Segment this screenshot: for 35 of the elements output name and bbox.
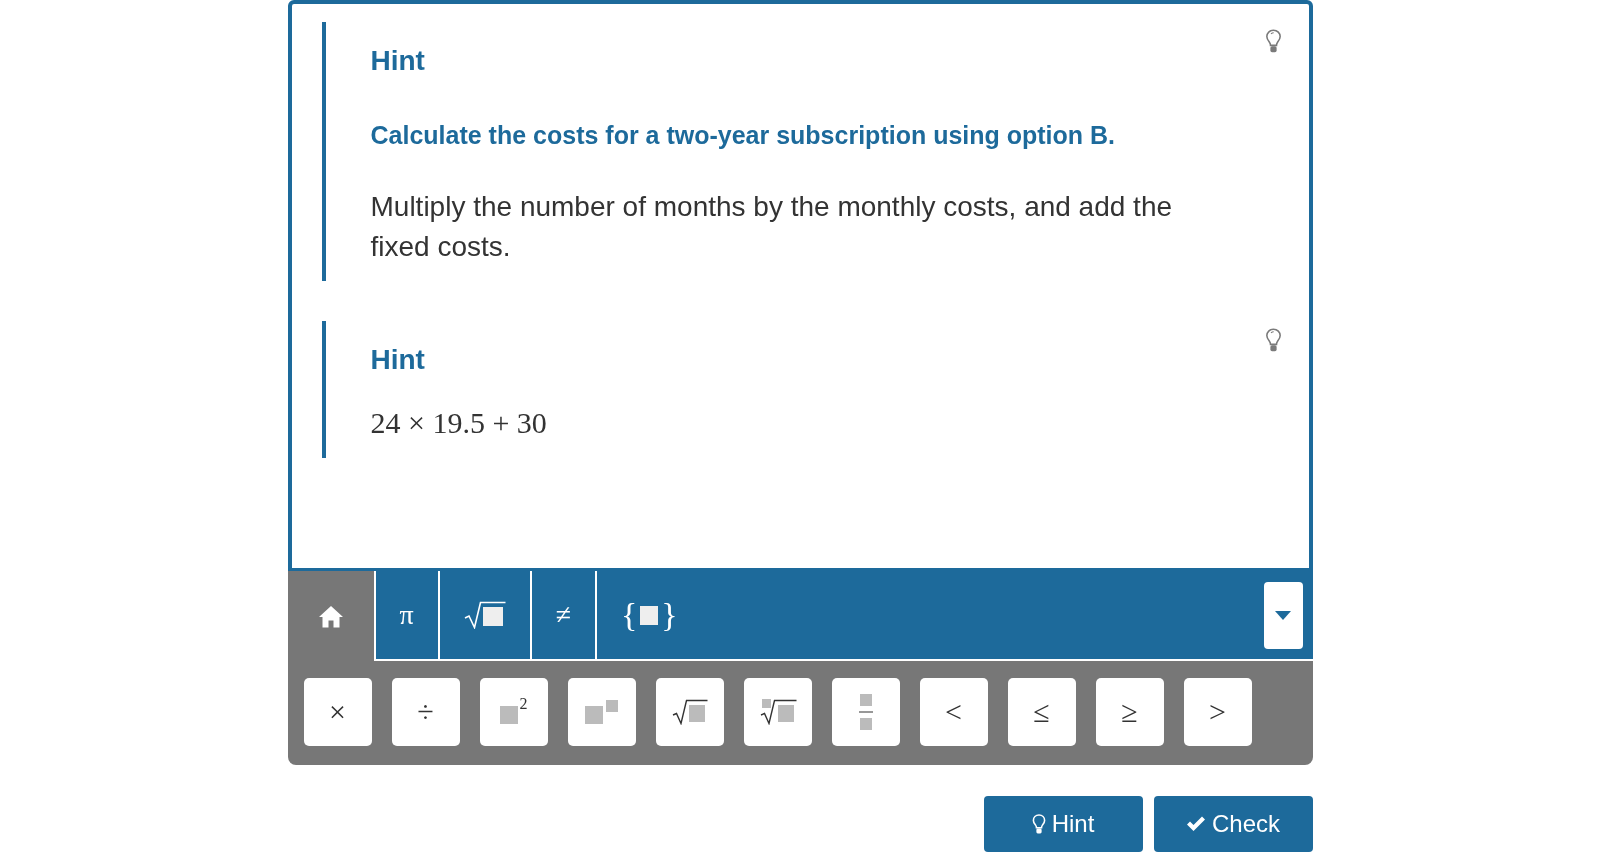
hint-button[interactable]: Hint	[983, 796, 1143, 852]
keyboard-key[interactable]: 2	[479, 678, 548, 746]
keyboard-tab[interactable]: ≠	[529, 571, 595, 661]
caret-down-icon	[1275, 610, 1291, 620]
hint-title: Hint	[370, 343, 426, 377]
box-icon	[640, 605, 659, 625]
square-root-icon	[463, 601, 506, 629]
keyboard-tab[interactable]	[437, 571, 530, 661]
square-root-icon	[671, 699, 708, 725]
keyboard-tab[interactable]: { }	[595, 571, 702, 661]
check-button[interactable]: Check	[1153, 796, 1313, 852]
fraction-icon	[858, 694, 873, 730]
keyboard-key[interactable]: >	[1183, 678, 1252, 746]
keyboard-key[interactable]	[831, 678, 900, 746]
nth-root-icon	[758, 699, 797, 725]
lightbulb-icon	[1264, 328, 1282, 353]
hint-text: Multiply the number of months by the monthly costs, and add the fixed costs.	[370, 190, 1174, 264]
keyboard-key[interactable]: ×	[303, 678, 372, 746]
hint-title: Hint	[370, 44, 426, 78]
lightbulb-icon	[1264, 29, 1282, 54]
keyboard-key[interactable]: ≥	[1095, 678, 1164, 746]
check-icon	[1186, 816, 1206, 832]
power-icon	[584, 700, 619, 724]
keyboard-tab[interactable]: π	[373, 571, 438, 661]
lightbulb-icon	[1031, 813, 1046, 835]
dropdown-button[interactable]	[1263, 581, 1303, 649]
hint-question: Calculate the costs for a two-year subscription using option B.	[370, 120, 1117, 151]
math-expression: 24 × 19.5 + 30	[370, 405, 548, 441]
keyboard-key[interactable]: <	[919, 678, 988, 746]
keyboard-key[interactable]	[743, 678, 812, 746]
box-icon	[499, 706, 518, 724]
home-icon	[317, 604, 344, 628]
keyboard-key[interactable]: ÷	[391, 678, 460, 746]
keyboard-key[interactable]: ≤	[1007, 678, 1076, 746]
keyboard-key[interactable]	[655, 678, 724, 746]
